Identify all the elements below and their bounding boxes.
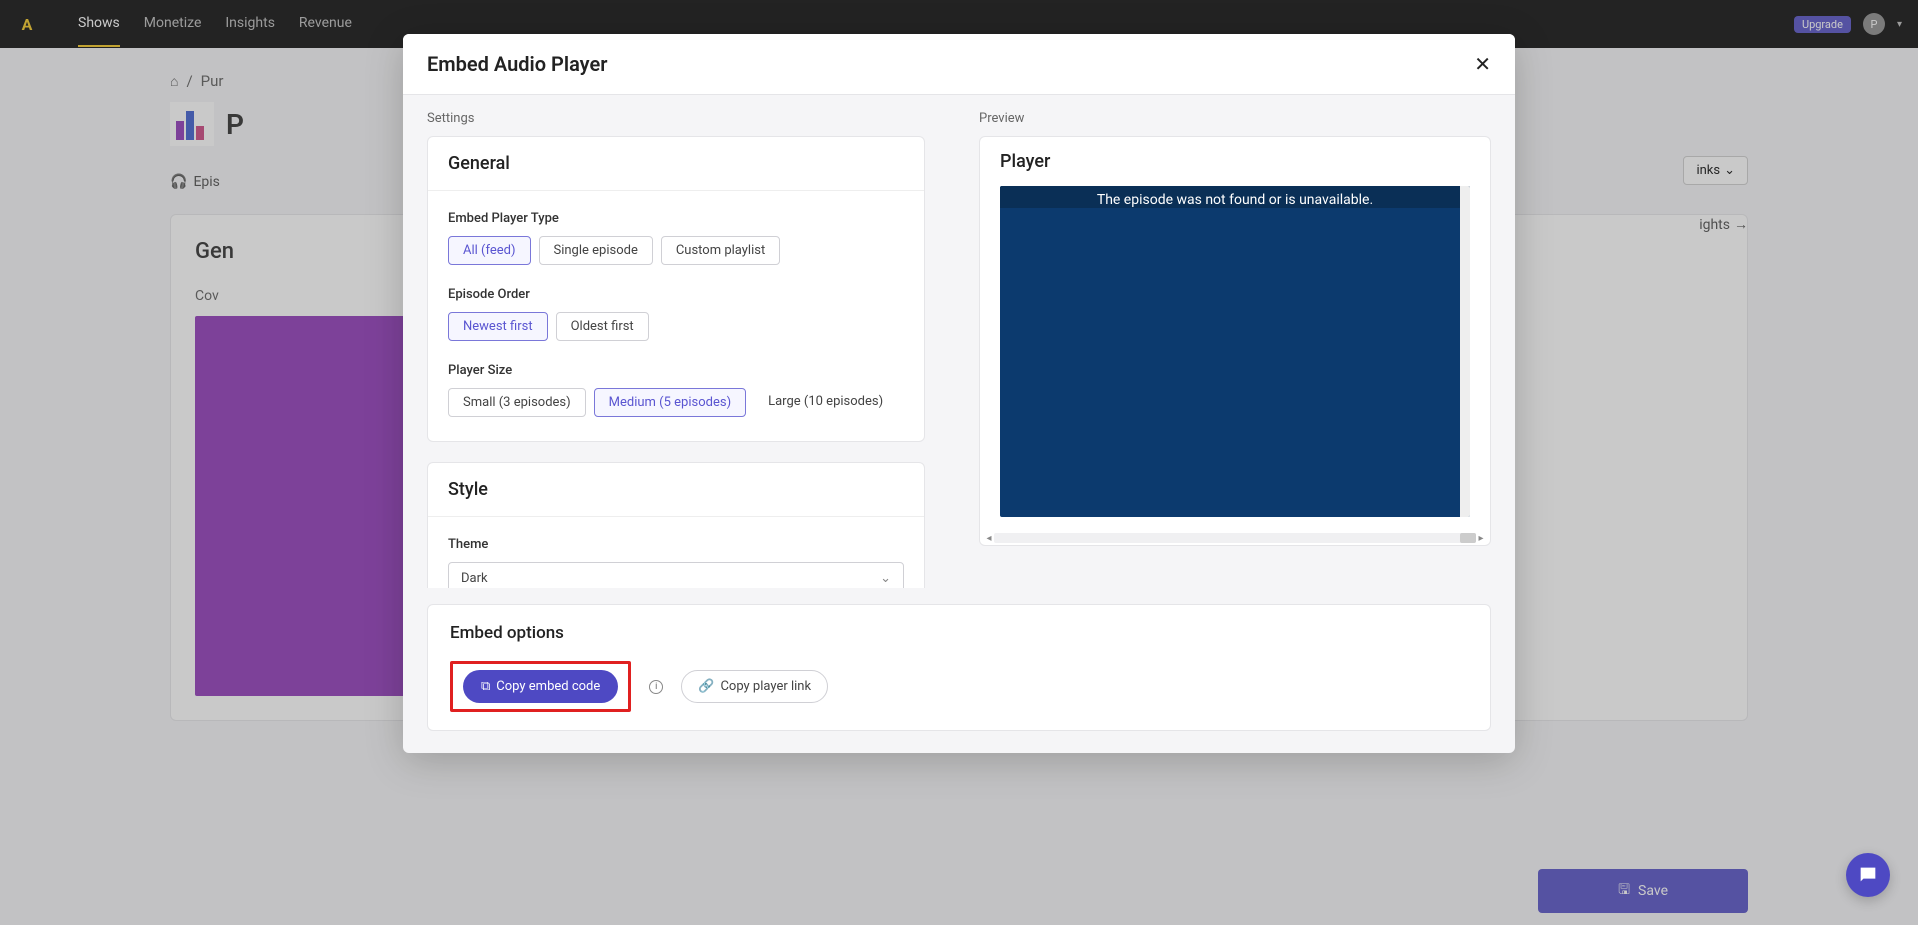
style-panel: Style Theme Dark ⌄ Background Cover ✓: [427, 462, 925, 588]
player-preview: The episode was not found or is unavaila…: [1000, 186, 1470, 517]
player-heading: Player: [980, 137, 1490, 186]
chat-widget[interactable]: [1846, 853, 1890, 897]
info-icon[interactable]: i: [649, 680, 663, 694]
scroll-left-icon[interactable]: ◂: [984, 533, 994, 544]
copy-embed-code-button[interactable]: ⧉ Copy embed code: [463, 670, 618, 703]
embed-type-all[interactable]: All (feed): [448, 236, 531, 265]
embed-options-heading: Embed options: [450, 623, 1468, 643]
scroll-right-icon[interactable]: ▸: [1476, 533, 1486, 544]
copy-icon: ⧉: [481, 679, 490, 694]
preview-panel: Player The episode was not found or is u…: [979, 136, 1491, 546]
settings-scroll[interactable]: General Embed Player Type All (feed) Sin…: [427, 136, 939, 588]
general-heading: General: [428, 137, 924, 191]
embed-modal: Embed Audio Player ✕ Settings General Em…: [403, 34, 1515, 753]
link-icon: 🔗: [698, 679, 714, 694]
settings-label: Settings: [427, 111, 939, 126]
embed-type-custom[interactable]: Custom playlist: [661, 236, 780, 265]
modal-title: Embed Audio Player: [427, 52, 607, 76]
order-newest[interactable]: Newest first: [448, 312, 548, 341]
embed-options-panel: Embed options ⧉ Copy embed code i 🔗 Copy…: [427, 604, 1491, 731]
size-small[interactable]: Small (3 episodes): [448, 388, 586, 417]
close-icon: ✕: [1474, 52, 1491, 76]
chat-icon: [1857, 864, 1879, 886]
order-oldest[interactable]: Oldest first: [556, 312, 649, 341]
chevron-down-icon: ⌄: [880, 571, 891, 586]
highlight-annotation: ⧉ Copy embed code: [450, 661, 631, 712]
theme-value: Dark: [461, 571, 488, 586]
general-panel: General Embed Player Type All (feed) Sin…: [427, 136, 925, 442]
copy-player-link-button[interactable]: 🔗 Copy player link: [681, 670, 828, 703]
theme-label: Theme: [448, 537, 904, 552]
preview-hscroll[interactable]: ◂ ▸: [980, 531, 1490, 545]
theme-select[interactable]: Dark ⌄: [448, 562, 904, 588]
close-button[interactable]: ✕: [1474, 52, 1491, 76]
embed-type-label: Embed Player Type: [448, 211, 904, 226]
order-label: Episode Order: [448, 287, 904, 302]
size-label: Player Size: [448, 363, 904, 378]
preview-label: Preview: [979, 111, 1491, 126]
size-large[interactable]: Large (10 episodes): [754, 388, 897, 417]
style-heading: Style: [428, 463, 924, 517]
embed-type-single[interactable]: Single episode: [539, 236, 653, 265]
player-error-message: The episode was not found or is unavaila…: [1000, 186, 1470, 208]
size-medium[interactable]: Medium (5 episodes): [594, 388, 746, 417]
